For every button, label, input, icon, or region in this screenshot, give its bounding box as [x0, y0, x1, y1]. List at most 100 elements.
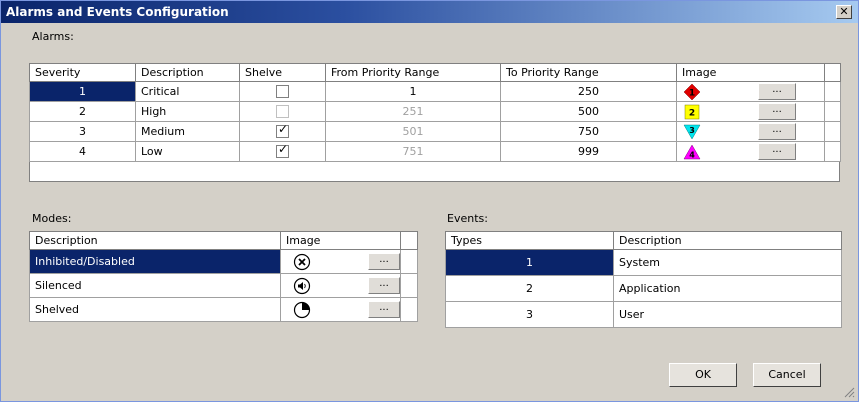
shelve-cell[interactable]: ✓ [239, 141, 326, 162]
image-cell[interactable]: 2 ... [676, 101, 825, 122]
from-priority-cell[interactable]: 251 [325, 101, 501, 122]
severity-cell[interactable]: 2 [29, 101, 136, 122]
shelve-checkbox[interactable] [276, 105, 289, 119]
cyan-down-triangle-icon: 3 [683, 124, 701, 140]
description-cell[interactable]: High [135, 101, 240, 122]
yellow-square-icon: 2 [684, 104, 700, 120]
table-row[interactable]: Silenced ... [29, 273, 418, 298]
description-cell[interactable]: Critical [135, 81, 240, 102]
event-description-cell[interactable]: User [613, 301, 842, 328]
from-priority-cell[interactable]: 501 [325, 121, 501, 142]
mode-image-cell[interactable]: ... [280, 297, 401, 322]
col-mode-description[interactable]: Description [29, 231, 281, 250]
alarms-label: Alarms: [32, 30, 74, 43]
col-description[interactable]: Description [135, 63, 240, 82]
mode-description-cell[interactable]: Inhibited/Disabled [29, 249, 281, 274]
shelve-checkbox[interactable] [276, 85, 289, 99]
mode-image-cell[interactable]: ... [280, 249, 401, 274]
mode-description-cell[interactable]: Shelved [29, 297, 281, 322]
col-to-priority[interactable]: To Priority Range [500, 63, 677, 82]
from-priority-cell[interactable]: 751 [325, 141, 501, 162]
filler-cell [824, 141, 841, 162]
shelve-cell[interactable] [239, 101, 326, 122]
filler-cell [824, 101, 841, 122]
event-type-cell[interactable]: 2 [445, 275, 614, 302]
filler-cell [824, 121, 841, 142]
image-cell[interactable]: 4 ... [676, 141, 825, 162]
col-filler [400, 231, 418, 250]
table-row[interactable]: 4 Low ✓ 751 999 4 ... [29, 141, 841, 162]
severity-cell[interactable]: 4 [29, 141, 136, 162]
modes-label: Modes: [32, 212, 72, 225]
events-table: Types Description 1 System 2 Application… [445, 231, 842, 328]
pie-quarter-icon [293, 301, 311, 319]
shelve-cell[interactable] [239, 81, 326, 102]
ok-button[interactable]: OK [669, 363, 737, 387]
severity-cell[interactable]: 3 [29, 121, 136, 142]
event-type-cell[interactable]: 1 [445, 249, 614, 276]
browse-image-button[interactable]: ... [758, 143, 796, 160]
alarms-table: Severity Description Shelve From Priorit… [29, 63, 841, 162]
col-image[interactable]: Image [676, 63, 825, 82]
resize-grip-icon[interactable] [843, 386, 855, 398]
col-from-priority[interactable]: From Priority Range [325, 63, 501, 82]
close-icon: ✕ [839, 5, 849, 18]
circle-x-icon [293, 253, 311, 271]
modes-table: Description Image Inhibited/Disabled ...… [29, 231, 418, 322]
browse-image-button[interactable]: ... [368, 277, 400, 294]
check-mark-icon: ✓ [278, 142, 289, 157]
event-description-cell[interactable]: Application [613, 275, 842, 302]
to-priority-cell[interactable]: 250 [500, 81, 677, 102]
image-cell[interactable]: 3 ... [676, 121, 825, 142]
description-cell[interactable]: Low [135, 141, 240, 162]
col-severity[interactable]: Severity [29, 63, 136, 82]
description-cell[interactable]: Medium [135, 121, 240, 142]
browse-image-button[interactable]: ... [758, 83, 796, 100]
title-bar[interactable]: Alarms and Events Configuration ✕ [1, 1, 858, 23]
table-row[interactable]: Inhibited/Disabled ... [29, 249, 418, 274]
cancel-button[interactable]: Cancel [753, 363, 821, 387]
table-row[interactable]: 2 High 251 500 2 ... [29, 101, 841, 122]
col-mode-image[interactable]: Image [280, 231, 401, 250]
check-mark-icon: ✓ [278, 122, 289, 137]
table-row[interactable]: 2 Application [445, 275, 842, 302]
col-event-description[interactable]: Description [613, 231, 842, 250]
red-diamond-icon: 1 [683, 83, 701, 101]
event-type-cell[interactable]: 3 [445, 301, 614, 328]
table-row[interactable]: 1 System [445, 249, 842, 276]
filler-cell [400, 249, 418, 274]
mode-description-cell[interactable]: Silenced [29, 273, 281, 298]
filler-cell [400, 297, 418, 322]
shelve-cell[interactable]: ✓ [239, 121, 326, 142]
table-row[interactable]: 3 User [445, 301, 842, 328]
to-priority-cell[interactable]: 500 [500, 101, 677, 122]
table-row[interactable]: 3 Medium ✓ 501 750 3 ... [29, 121, 841, 142]
browse-image-button[interactable]: ... [758, 123, 796, 140]
browse-image-button[interactable]: ... [368, 301, 400, 318]
magenta-up-triangle-icon: 4 [683, 144, 701, 160]
to-priority-cell[interactable]: 750 [500, 121, 677, 142]
shelve-checkbox[interactable]: ✓ [276, 122, 289, 139]
browse-image-button[interactable]: ... [368, 253, 400, 270]
filler-cell [824, 81, 841, 102]
from-priority-cell[interactable]: 1 [325, 81, 501, 102]
events-label: Events: [447, 212, 488, 225]
event-description-cell[interactable]: System [613, 249, 842, 276]
close-button[interactable]: ✕ [836, 5, 852, 19]
severity-3-glyph: 3 [689, 126, 695, 135]
table-row[interactable]: Shelved ... [29, 297, 418, 322]
col-types[interactable]: Types [445, 231, 614, 250]
to-priority-cell[interactable]: 999 [500, 141, 677, 162]
dialog-window: Alarms and Events Configuration ✕ Alarms… [0, 0, 859, 402]
image-cell[interactable]: 1 ... [676, 81, 825, 102]
table-row[interactable]: 1 Critical 1 250 1 ... [29, 81, 841, 102]
alarms-header-row: Severity Description Shelve From Priorit… [29, 63, 841, 82]
col-filler [824, 63, 841, 82]
shelve-checkbox[interactable]: ✓ [276, 142, 289, 159]
severity-cell[interactable]: 1 [29, 81, 136, 102]
col-shelve[interactable]: Shelve [239, 63, 326, 82]
browse-image-button[interactable]: ... [758, 103, 796, 120]
mode-image-cell[interactable]: ... [280, 273, 401, 298]
filler-cell [400, 273, 418, 298]
severity-1-glyph: 1 [689, 89, 695, 99]
